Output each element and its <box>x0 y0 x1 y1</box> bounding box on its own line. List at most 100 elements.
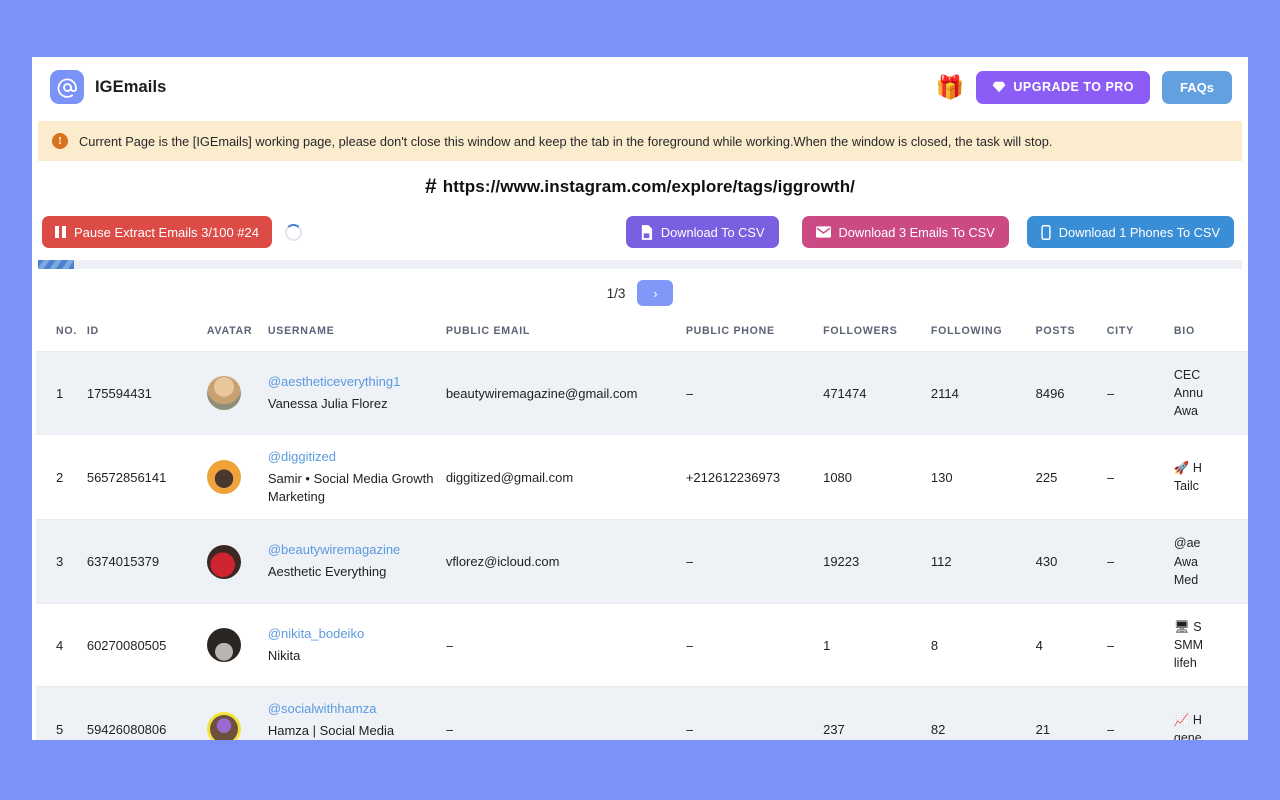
user-fullname: Samir • Social Media Growth Marketing <box>267 471 434 504</box>
empty-value: -- <box>1106 637 1115 653</box>
cell-avatar[interactable] <box>206 519 268 604</box>
bio-text: 🖥 S SMM lifeh <box>1173 619 1204 671</box>
cell-bio: 🚀 H Tailс <box>1173 434 1248 521</box>
empty-value: -- <box>1106 721 1115 737</box>
header-actions: 🎁 UPGRADE TO PRO FAQs <box>936 70 1232 104</box>
table-row[interactable]: 1 175594431 @aestheticeverything1 Vanessa J… <box>36 351 1248 436</box>
cell-public-email: beautywiremagazine@gmail.com <box>445 351 686 436</box>
table-row[interactable]: 5 59426080806 @socialwithhamza Hamza | Soci… <box>36 686 1248 740</box>
at-sign-icon <box>50 70 84 104</box>
cell-username[interactable]: @nikita_bodeiko Nikita <box>267 603 446 688</box>
cell-posts: 8496 <box>1035 351 1107 436</box>
username-link[interactable]: @diggitized <box>268 449 434 464</box>
progress-fill <box>38 260 75 269</box>
user-fullname: Vanessa Julia Florez <box>267 395 388 411</box>
cell-avatar[interactable] <box>206 351 268 436</box>
cell-username[interactable]: @beautywiremagazine Aesthetic Everything <box>267 519 446 604</box>
column-header-no[interactable]: NO. <box>36 317 87 352</box>
bio-text: 📈 Hgene <box>1173 713 1202 740</box>
cell-avatar[interactable] <box>206 686 268 740</box>
app-title: IGEmails <box>95 77 167 96</box>
upgrade-to-pro-button[interactable]: UPGRADE TO PRO <box>976 70 1151 104</box>
username-link[interactable]: @nikita_bodeiko <box>268 626 434 641</box>
cell-public-email: vflorez@icloud.com <box>445 519 686 604</box>
cell-username[interactable]: @aestheticeverything1 Vanessa Julia Flore… <box>267 351 446 436</box>
column-header-id[interactable]: ID <box>86 317 207 352</box>
empty-value: -- <box>1106 385 1115 401</box>
gift-icon[interactable]: 🎁 <box>936 75 965 99</box>
exclamation-circle-icon: ! <box>52 133 68 149</box>
download-emails-to-csv-button[interactable]: Download 3 Emails To CSV <box>801 216 1009 248</box>
cell-followers: 19223 <box>823 519 931 604</box>
avatar-socialwithhamza[interactable] <box>206 712 241 740</box>
column-header-bio[interactable]: BIO <box>1173 317 1248 352</box>
action-toolbar: Pause Extract Emails 3/100 #24 Download … <box>32 210 1248 254</box>
cell-posts: 4 <box>1035 603 1107 688</box>
table-row[interactable]: 4 60270080505 @nikita_bodeiko Nikita -- -- 1 8 4… <box>36 603 1248 688</box>
notice-text: Current Page is the [IGEmails] working p… <box>79 133 1053 149</box>
table-row[interactable]: 2 56572856141 @diggitized Samir • Social Me… <box>36 434 1248 521</box>
app-window: IGEmails 🎁 UPGRADE TO PRO FAQs ! Current… <box>32 57 1248 740</box>
cell-following: 2114 <box>930 351 1036 436</box>
download-to-csv-label: Download To CSV <box>660 224 765 240</box>
cell-bio: CEC Annu Awa <box>1173 351 1248 436</box>
bio-text: CEC Annu Awa <box>1173 368 1204 419</box>
pagination: 1/3 › <box>32 269 1248 317</box>
pause-icon <box>55 226 66 238</box>
next-page-button[interactable]: › <box>637 280 674 306</box>
hash-icon: # <box>425 175 437 198</box>
cell-city: -- <box>1106 434 1174 521</box>
cell-username[interactable]: @socialwithhamza Hamza | Social Media Man… <box>267 686 446 740</box>
cell-avatar[interactable] <box>206 603 268 688</box>
table-body: 1 175594431 @aestheticeverything1 Vanessa J… <box>36 351 1248 740</box>
column-header-following[interactable]: FOLLOWING <box>930 317 1036 352</box>
user-fullname: Nikita <box>267 647 301 663</box>
envelope-icon <box>815 226 831 238</box>
download-to-csv-button[interactable]: Download To CSV <box>625 216 779 248</box>
file-csv-icon <box>640 224 653 240</box>
column-header-followers[interactable]: FOLLOWERS <box>823 317 931 352</box>
brand: IGEmails <box>50 70 166 104</box>
user-fullname: Aesthetic Everything <box>267 564 387 580</box>
column-header-city[interactable]: CITY <box>1106 317 1174 352</box>
column-header-avatar[interactable]: AVATAR <box>206 317 268 352</box>
cell-following: 82 <box>930 686 1036 740</box>
pause-extract-label: Pause Extract Emails 3/100 #24 <box>74 224 259 240</box>
extraction-progress-bar <box>38 260 1242 269</box>
username-link[interactable]: @socialwithhamza <box>268 701 434 716</box>
cell-id: 60270080505 <box>86 603 207 688</box>
cell-no: 1 <box>36 351 87 436</box>
cell-username[interactable]: @diggitized Samir • Social Media Growth M… <box>267 434 446 521</box>
cell-no: 2 <box>36 434 87 521</box>
username-link[interactable]: @aestheticeverything1 <box>268 374 434 389</box>
pause-extract-button[interactable]: Pause Extract Emails 3/100 #24 <box>42 216 272 248</box>
table-row[interactable]: 3 6374015379 @beautywiremagazine Aesthetic … <box>36 519 1248 604</box>
cell-following: 130 <box>930 434 1036 521</box>
target-url-bar: # https://www.instagram.com/explore/tags/… <box>32 161 1248 210</box>
cell-followers: 1 <box>823 603 931 688</box>
cell-posts: 430 <box>1035 519 1107 604</box>
column-header-posts[interactable]: POSTS <box>1035 317 1107 352</box>
avatar-diggitized[interactable] <box>206 460 241 495</box>
faqs-button[interactable]: FAQs <box>1162 70 1232 104</box>
avatar-nikita-bodeiko[interactable] <box>206 628 241 663</box>
cell-avatar[interactable] <box>206 434 268 521</box>
avatar-beautywiremagazine[interactable] <box>206 544 241 579</box>
cell-city: -- <box>1106 603 1174 688</box>
cell-bio: 🖥 S SMM lifeh <box>1173 603 1248 688</box>
results-table-container[interactable]: NO. ID AVATAR USERNAME PUBLIC EMAIL PUBL… <box>32 317 1248 740</box>
column-header-username[interactable]: USERNAME <box>267 317 446 352</box>
download-phones-to-csv-button[interactable]: Download 1 Phones To CSV <box>1026 216 1234 248</box>
loading-spinner-icon <box>285 223 302 241</box>
column-header-public-email[interactable]: PUBLIC EMAIL <box>445 317 686 352</box>
username-link[interactable]: @beautywiremagazine <box>268 542 434 557</box>
empty-value: -- <box>685 554 694 570</box>
results-table: NO. ID AVATAR USERNAME PUBLIC EMAIL PUBL… <box>36 317 1248 740</box>
avatar-aestheticeverything1[interactable] <box>206 376 241 411</box>
column-header-public-phone[interactable]: PUBLIC PHONE <box>685 317 824 352</box>
empty-value: -- <box>1106 554 1115 570</box>
empty-value: -- <box>685 385 694 401</box>
cell-id: 175594431 <box>86 351 207 436</box>
table-header-row: NO. ID AVATAR USERNAME PUBLIC EMAIL PUBL… <box>36 317 1248 352</box>
cell-public-phone: -- <box>685 519 824 604</box>
